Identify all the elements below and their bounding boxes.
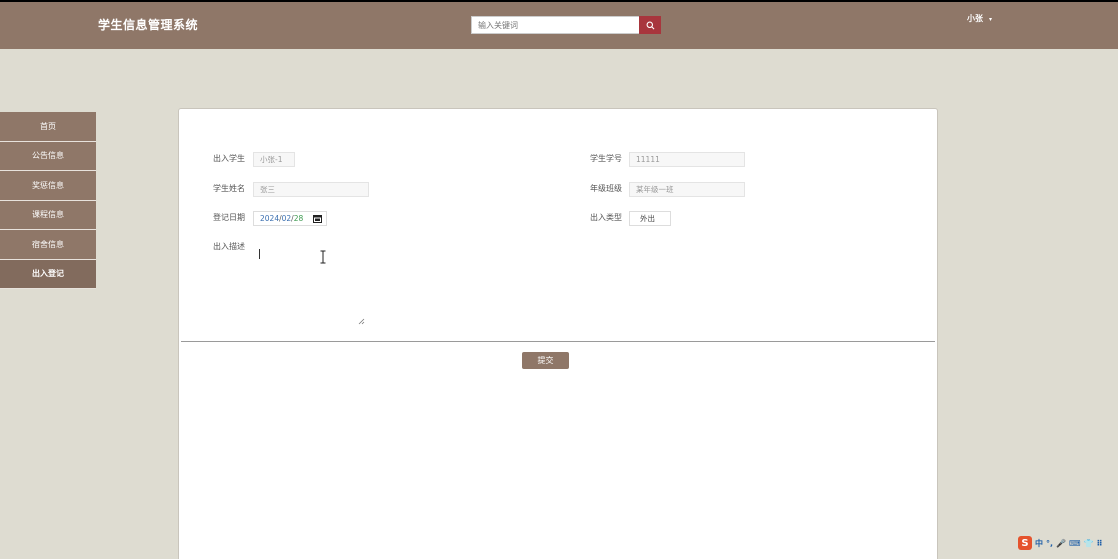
grade-label: 年级班级 [590, 184, 622, 193]
sidebar-item-courses[interactable]: 课程信息 [0, 200, 96, 230]
user-name: 小张 [967, 14, 983, 23]
date-year: 2024 [260, 214, 280, 223]
search-bar [471, 16, 661, 34]
ime-punctuation-toggle[interactable]: °, [1046, 539, 1053, 548]
top-navbar: 学生信息管理系统 小张 ▾ [0, 0, 1118, 49]
date-label: 登记日期 [213, 213, 245, 222]
submit-button[interactable]: 提交 [522, 352, 569, 369]
ime-language-toggle[interactable]: 中 [1035, 538, 1043, 549]
type-select[interactable]: 外出 [629, 211, 671, 226]
form-divider [181, 341, 935, 342]
ime-toolbar: S 中 °, 🎤 ⌨ 👕 ⠿ [1018, 535, 1118, 551]
sidebar-item-rewards[interactable]: 奖惩信息 [0, 171, 96, 201]
grade-field[interactable]: 某年级一班 [629, 182, 745, 197]
search-icon [646, 21, 654, 29]
resize-handle-icon[interactable] [357, 317, 365, 325]
student-field[interactable]: 小张-1 [253, 152, 295, 167]
student-no-label: 学生学号 [590, 154, 622, 163]
description-label: 出入描述 [213, 242, 245, 251]
description-textarea[interactable] [253, 241, 365, 325]
student-label: 出入学生 [213, 154, 245, 163]
text-cursor [259, 249, 260, 259]
date-day: 28 [293, 214, 304, 223]
student-no-field[interactable]: 11111 [629, 152, 745, 167]
search-button[interactable] [639, 16, 661, 34]
sidebar: 首页 公告信息 奖惩信息 课程信息 宿舍信息 出入登记 [0, 112, 96, 289]
sidebar-item-dorms[interactable]: 宿舍信息 [0, 230, 96, 260]
app-title[interactable]: 学生信息管理系统 [98, 16, 198, 33]
sidebar-item-access-log[interactable]: 出入登记 [0, 259, 96, 289]
sogou-logo-icon[interactable]: S [1018, 536, 1032, 550]
skin-icon[interactable]: 👕 [1084, 539, 1094, 548]
name-label: 学生姓名 [213, 184, 245, 193]
name-field[interactable]: 张三 [253, 182, 369, 197]
search-input[interactable] [471, 16, 639, 34]
keyboard-icon[interactable]: ⌨ [1069, 539, 1081, 548]
grid-menu-icon[interactable]: ⠿ [1097, 539, 1103, 548]
form-panel: 出入学生 小张-1 学生学号 11111 学生姓名 张三 年级班级 某年级一班 … [178, 108, 938, 559]
date-month: 02 [281, 214, 292, 223]
user-menu[interactable]: 小张 ▾ [967, 13, 992, 24]
sidebar-item-notices[interactable]: 公告信息 [0, 141, 96, 171]
type-label: 出入类型 [590, 213, 622, 222]
chevron-down-icon: ▾ [989, 16, 993, 23]
microphone-icon[interactable]: 🎤 [1056, 539, 1066, 548]
ibeam-cursor-icon [320, 250, 326, 264]
calendar-icon[interactable] [313, 214, 323, 223]
date-field[interactable]: 2024/02/28 [253, 211, 328, 226]
sidebar-item-home[interactable]: 首页 [0, 112, 96, 142]
